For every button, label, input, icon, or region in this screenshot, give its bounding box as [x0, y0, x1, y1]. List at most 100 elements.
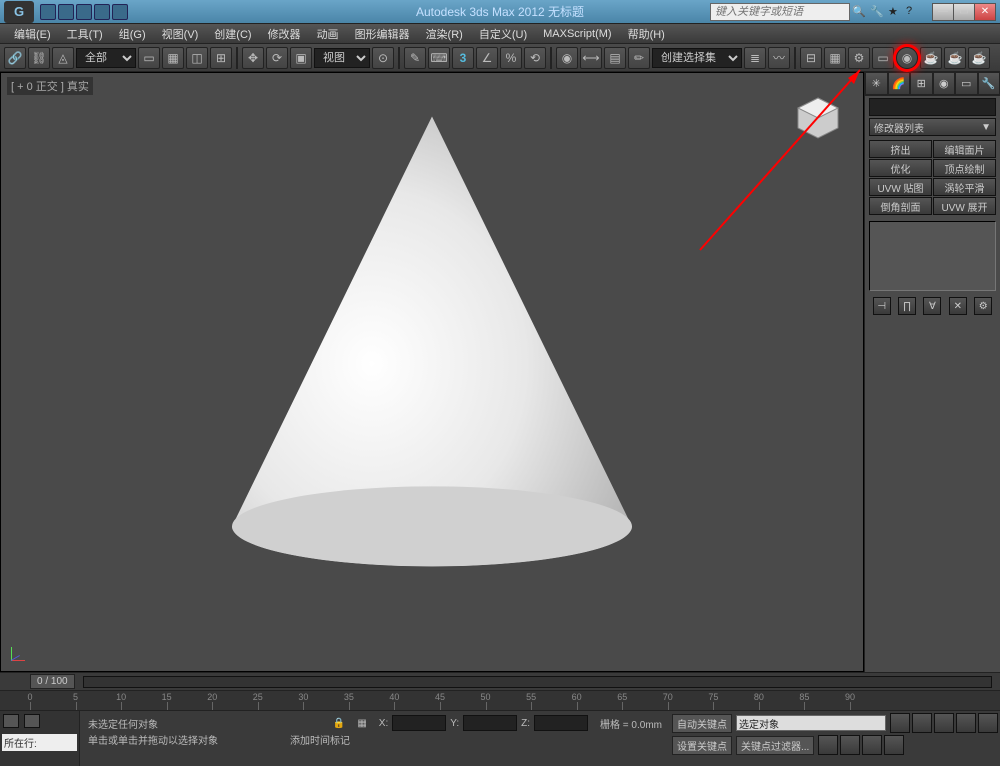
goto-end-icon[interactable]	[978, 713, 998, 733]
qa-undo-icon[interactable]	[94, 4, 110, 20]
teapot3-icon[interactable]: ☕	[968, 47, 990, 69]
named-sel-icon[interactable]: ◉	[556, 47, 578, 69]
close-button[interactable]: ✕	[974, 3, 996, 21]
help-icon[interactable]: ?	[906, 5, 920, 19]
nav-max-icon[interactable]	[884, 735, 904, 755]
app-logo[interactable]: G	[4, 1, 34, 23]
coord-y[interactable]	[463, 715, 517, 731]
rotate-icon[interactable]: ⟳	[266, 47, 288, 69]
menu-group[interactable]: 组(G)	[111, 26, 154, 42]
prev-frame-icon[interactable]	[912, 713, 932, 733]
mini-icon-1[interactable]	[3, 714, 19, 728]
spinner-snap-icon[interactable]: ⟲	[524, 47, 546, 69]
menu-render[interactable]: 渲染(R)	[418, 26, 471, 42]
nav-pan-icon[interactable]	[840, 735, 860, 755]
modifier-stack[interactable]	[869, 221, 996, 291]
teapot2-icon[interactable]: ☕	[944, 47, 966, 69]
configure-icon[interactable]: ⚙	[974, 297, 992, 315]
render-setup-icon[interactable]: ⚙	[848, 47, 870, 69]
auto-key-button[interactable]: 自动关键点	[672, 714, 732, 733]
menu-customize[interactable]: 自定义(U)	[471, 26, 535, 42]
selection-filter[interactable]: 全部	[76, 48, 136, 68]
minimize-button[interactable]: —	[932, 3, 954, 21]
mod-optimize[interactable]: 优化	[869, 159, 932, 177]
render-frame-icon[interactable]: ▭	[872, 47, 894, 69]
mod-turbosmooth[interactable]: 涡轮平滑	[933, 178, 996, 196]
select-name-icon[interactable]: ▦	[162, 47, 184, 69]
menu-modifiers[interactable]: 修改器	[260, 26, 309, 42]
mod-editpatch[interactable]: 编辑面片	[933, 140, 996, 158]
select-region-icon[interactable]: ◫	[186, 47, 208, 69]
qa-open-icon[interactable]	[58, 4, 74, 20]
viewport-label[interactable]: [ + 0 正交 ] 真实	[7, 77, 93, 95]
mirror-icon[interactable]: ⟷	[580, 47, 602, 69]
scale-icon[interactable]: ▣	[290, 47, 312, 69]
time-slider[interactable]: 0 / 100	[0, 672, 1000, 690]
viewport[interactable]: [ + 0 正交 ] 真实	[0, 72, 864, 672]
viewcube[interactable]	[793, 93, 843, 143]
modifier-list-dropdown[interactable]: 修改器列表▼	[869, 118, 996, 136]
wrench-icon[interactable]: 🔧	[870, 5, 884, 19]
render-production-icon[interactable]: ◉	[896, 47, 918, 69]
percent-snap-icon[interactable]: %	[500, 47, 522, 69]
show-end-icon[interactable]: ∏	[898, 297, 916, 315]
menu-graph[interactable]: 图形编辑器	[347, 26, 418, 42]
material-editor-icon[interactable]: ▦	[824, 47, 846, 69]
mod-bevelprofile[interactable]: 倒角剖面	[869, 197, 932, 215]
star-icon[interactable]: ★	[888, 5, 902, 19]
keyboard-icon[interactable]: ⌨	[428, 47, 450, 69]
mini-icon-2[interactable]	[24, 714, 40, 728]
coord-x[interactable]	[392, 715, 446, 731]
time-track[interactable]	[83, 676, 992, 688]
add-time-tag[interactable]: 添加时间标记	[290, 732, 350, 747]
tab-hierarchy-icon[interactable]: ⊞	[910, 72, 933, 95]
quick-align-icon[interactable]: ✏	[628, 47, 650, 69]
cone-object[interactable]	[212, 106, 652, 589]
play-icon[interactable]	[934, 713, 954, 733]
menu-animation[interactable]: 动画	[309, 26, 347, 42]
align-icon[interactable]: ▤	[604, 47, 626, 69]
qa-save-icon[interactable]	[76, 4, 92, 20]
menu-views[interactable]: 视图(V)	[154, 26, 207, 42]
menu-tools[interactable]: 工具(T)	[59, 26, 111, 42]
key-filters-button[interactable]: 关键点过滤器...	[736, 736, 814, 755]
qa-redo-icon[interactable]	[112, 4, 128, 20]
make-unique-icon[interactable]: ∀	[923, 297, 941, 315]
bind-icon[interactable]: ◬	[52, 47, 74, 69]
named-selection-sets[interactable]: 创建选择集	[652, 48, 742, 68]
layers-icon[interactable]: ≣	[744, 47, 766, 69]
menu-edit[interactable]: 编辑(E)	[6, 26, 59, 42]
unlink-icon[interactable]: ⛓	[28, 47, 50, 69]
select-icon[interactable]: ▭	[138, 47, 160, 69]
nav-orbit-icon[interactable]	[862, 735, 882, 755]
next-frame-icon[interactable]	[956, 713, 976, 733]
time-ruler[interactable]: 051015202530354045505560657075808590	[0, 690, 1000, 710]
maximize-button[interactable]: ▭	[953, 3, 975, 21]
pin-stack-icon[interactable]: ⊣	[873, 297, 891, 315]
nav-zoom-icon[interactable]	[818, 735, 838, 755]
tab-display-icon[interactable]: ▭	[955, 72, 978, 95]
tab-motion-icon[interactable]: ◉	[933, 72, 956, 95]
link-icon[interactable]: 🔗	[4, 47, 26, 69]
object-name-field[interactable]	[869, 98, 996, 116]
qa-new-icon[interactable]	[40, 4, 56, 20]
selected-object-field[interactable]	[736, 715, 886, 731]
move-icon[interactable]: ✥	[242, 47, 264, 69]
script-mini-listener[interactable]: 所在行:	[0, 711, 80, 766]
mod-vertexpaint[interactable]: 顶点绘制	[933, 159, 996, 177]
coord-z[interactable]	[534, 715, 588, 731]
set-key-button[interactable]: 设置关键点	[672, 736, 732, 755]
teapot1-icon[interactable]: ☕	[920, 47, 942, 69]
snap-toggle-icon[interactable]: 3	[452, 47, 474, 69]
mod-uvwmap[interactable]: UVW 贴图	[869, 178, 932, 196]
mod-extrude[interactable]: 挤出	[869, 140, 932, 158]
menu-maxscript[interactable]: MAXScript(M)	[535, 28, 619, 40]
angle-snap-icon[interactable]: ∠	[476, 47, 498, 69]
manipulate-icon[interactable]: ✎	[404, 47, 426, 69]
time-position[interactable]: 0 / 100	[30, 674, 75, 689]
menu-create[interactable]: 创建(C)	[206, 26, 259, 42]
tab-utilities-icon[interactable]: 🔧	[978, 72, 1000, 95]
help-search-input[interactable]	[710, 3, 850, 21]
goto-start-icon[interactable]	[890, 713, 910, 733]
window-crossing-icon[interactable]: ⊞	[210, 47, 232, 69]
